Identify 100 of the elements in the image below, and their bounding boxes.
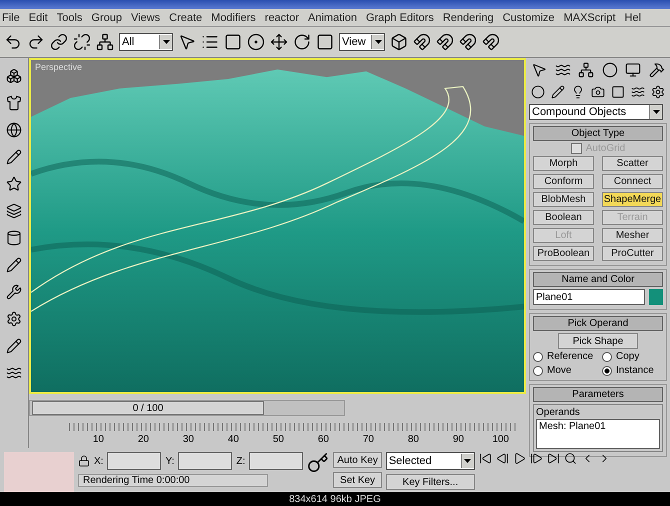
key-mode-dropdown[interactable]: Selected: [386, 452, 475, 470]
color-swatch[interactable]: [649, 289, 663, 305]
lock-icon[interactable]: [78, 455, 90, 467]
object-type-button[interactable]: Connect: [602, 174, 663, 189]
menu-item[interactable]: Edit: [28, 12, 48, 24]
step-forward-icon[interactable]: [530, 452, 543, 465]
rollout-header[interactable]: Parameters: [533, 387, 663, 402]
link-icon[interactable]: [50, 33, 68, 51]
time-slider-track[interactable]: 0 / 100: [29, 400, 345, 416]
list-icon[interactable]: [201, 33, 219, 51]
circle-select-icon[interactable]: [247, 33, 265, 51]
boxes-icon[interactable]: [6, 68, 22, 84]
pointer-icon[interactable]: [178, 33, 196, 51]
menu-item[interactable]: File: [2, 12, 20, 24]
magnet-icon[interactable]: [459, 33, 477, 51]
gear-icon[interactable]: [6, 311, 22, 327]
set-key-button[interactable]: Set Key: [333, 472, 382, 488]
menu-item[interactable]: Modifiers: [211, 12, 256, 24]
caret-icon: [652, 110, 660, 114]
cameras-icon[interactable]: [591, 85, 605, 99]
rotate-icon[interactable]: [293, 33, 311, 51]
object-type-button[interactable]: Scatter: [602, 156, 663, 171]
motion-tab-icon[interactable]: [602, 62, 618, 78]
rollout-header[interactable]: Name and Color: [533, 272, 663, 287]
operands-list[interactable]: Mesh: Plane01: [536, 419, 660, 449]
undo-icon[interactable]: [4, 33, 22, 51]
magnet-icon[interactable]: [482, 33, 500, 51]
z-field[interactable]: [249, 452, 304, 470]
time-slider-thumb[interactable]: 0 / 100: [32, 401, 264, 415]
helpers-icon[interactable]: [611, 85, 625, 99]
rollout-header[interactable]: Pick Operand: [533, 316, 663, 331]
reference-coordinate-dropdown[interactable]: View: [339, 33, 385, 51]
rollout-header[interactable]: Object Type: [533, 126, 663, 141]
name-field[interactable]: Plane01: [533, 289, 645, 305]
square-icon[interactable]: [224, 33, 242, 51]
skip-forward-icon[interactable]: [546, 452, 560, 465]
menu-item[interactable]: Views: [130, 12, 160, 24]
pick-shape-button[interactable]: Pick Shape: [558, 333, 638, 349]
waves-icon[interactable]: [6, 365, 22, 381]
menu-item[interactable]: Rendering: [442, 12, 494, 24]
geometry-icon[interactable]: [531, 85, 545, 99]
magnet-icon[interactable]: [436, 33, 454, 51]
menu-item[interactable]: reactor: [264, 12, 300, 24]
skip-back-icon[interactable]: [478, 452, 492, 465]
radio-option[interactable]: Instance: [602, 365, 663, 376]
key-icon[interactable]: [307, 452, 330, 474]
auto-key-button[interactable]: Auto Key: [333, 452, 382, 468]
menu-item[interactable]: Group: [91, 12, 122, 24]
timeline-ruler[interactable]: 10 20 30 40 50 60 70 80 90 100: [29, 420, 526, 448]
object-type-button[interactable]: ShapeMerge: [602, 192, 663, 207]
menu-item[interactable]: Animation: [308, 12, 357, 24]
y-field[interactable]: [178, 452, 232, 470]
x-field[interactable]: [107, 452, 162, 470]
star-icon[interactable]: [6, 176, 22, 192]
zoom-icon[interactable]: [564, 452, 577, 465]
redo-icon[interactable]: [27, 33, 45, 51]
selection-filter-dropdown[interactable]: All: [119, 33, 173, 51]
category-dropdown[interactable]: Compound Objects: [529, 104, 663, 120]
move-icon[interactable]: [270, 33, 288, 51]
nodes-icon[interactable]: [96, 33, 114, 51]
menu-item[interactable]: Create: [169, 12, 202, 24]
wrench-icon[interactable]: [6, 284, 22, 300]
frame-number: 40: [226, 434, 239, 445]
list-item[interactable]: Mesh: Plane01: [539, 421, 657, 432]
create-tab-icon[interactable]: [531, 62, 547, 78]
menu-item[interactable]: Graph Editors: [366, 12, 434, 24]
pencil-icon[interactable]: [6, 338, 22, 354]
object-type-button[interactable]: Conform: [533, 174, 594, 189]
object-type-button[interactable]: Morph: [533, 156, 594, 171]
space-warps-icon[interactable]: [631, 85, 645, 99]
blocks-icon[interactable]: [6, 203, 22, 219]
utilities-tab-icon[interactable]: [648, 62, 665, 78]
frame-number: 90: [452, 434, 464, 445]
hierarchy-tab-icon[interactable]: [578, 62, 594, 78]
sphere-icon[interactable]: [6, 122, 22, 138]
menu-item[interactable]: Hel: [624, 12, 642, 24]
object-type-button[interactable]: Mesher: [602, 228, 663, 243]
lights-icon[interactable]: [571, 85, 585, 99]
object-type-button[interactable]: ProBoolean: [533, 246, 594, 261]
shirt-icon[interactable]: [6, 95, 22, 111]
radio-option[interactable]: Copy: [602, 351, 663, 362]
shapes-icon[interactable]: [551, 85, 565, 99]
modify-tab-icon[interactable]: [554, 62, 571, 78]
box-icon[interactable]: [390, 33, 408, 51]
radio-option[interactable]: Reference: [533, 351, 594, 362]
frame-number: 20: [136, 434, 149, 445]
key-filters-button[interactable]: Key Filters...: [386, 474, 475, 490]
menu-item[interactable]: Customize: [502, 12, 555, 24]
object-type-button[interactable]: BlobMesh: [533, 192, 594, 207]
magnet-icon[interactable]: [413, 33, 431, 51]
menu-item[interactable]: Tools: [56, 12, 82, 24]
display-tab-icon[interactable]: [625, 62, 642, 78]
step-back-icon[interactable]: [496, 452, 509, 465]
menu-item[interactable]: MAXScript: [564, 12, 616, 24]
play-icon[interactable]: [512, 452, 526, 465]
systems-icon[interactable]: [651, 85, 665, 99]
unlink-icon[interactable]: [73, 33, 91, 51]
object-type-button[interactable]: ProCutter: [602, 246, 663, 261]
radio-option[interactable]: Move: [533, 365, 594, 376]
object-type-button[interactable]: Boolean: [533, 210, 594, 225]
